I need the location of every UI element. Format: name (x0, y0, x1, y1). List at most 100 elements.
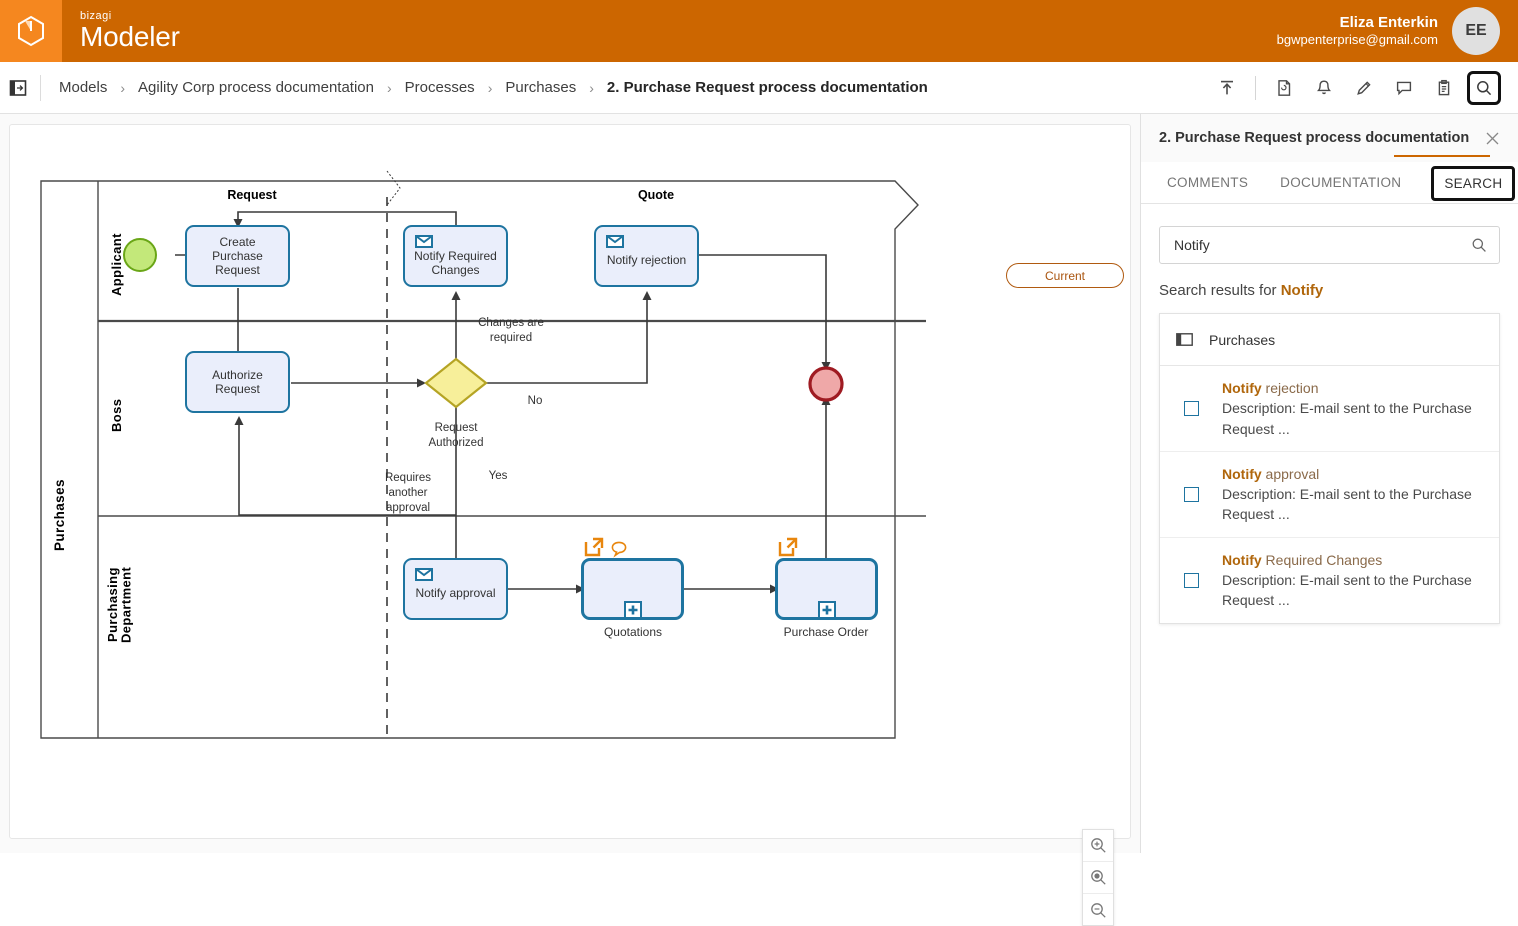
external-link-icon[interactable] (583, 536, 605, 558)
pool-label-purchases: Purchases (52, 479, 67, 551)
search-result-title: Notify approval (1222, 464, 1485, 484)
task-create-purchase-request[interactable]: Create Purchase Request (185, 225, 290, 287)
search-result-title: Notify rejection (1222, 378, 1485, 398)
subprocess-label-quotations: Quotations (603, 625, 663, 639)
bpmn-diagram[interactable] (10, 125, 1131, 839)
breadcrumb-item-agility-corp[interactable]: Agility Corp process documentation (138, 79, 374, 96)
phase-label-request: Request (227, 188, 277, 202)
close-icon[interactable] (1480, 126, 1504, 150)
user-email: bgwpenterprise@gmail.com (1276, 32, 1438, 48)
tab-comments[interactable]: COMMENTS (1157, 162, 1258, 203)
comment-bubble-icon[interactable] (610, 540, 628, 558)
end-event[interactable] (808, 366, 844, 402)
tab-documentation[interactable]: DOCUMENTATION (1270, 162, 1411, 203)
side-panel-tabs: COMMENTS DOCUMENTATION SEARCH (1141, 162, 1518, 204)
subprocess-label-purchase-order: Purchase Order (783, 625, 869, 639)
edge-label-line3: approval (385, 501, 431, 514)
result-title-highlight: Notify (1222, 380, 1262, 396)
edge-label-changes-required: Changes are required (456, 316, 566, 346)
diagram-canvas-area[interactable]: Purchases Applicant Boss Purchasing Depa… (0, 114, 1140, 926)
search-result-item[interactable]: Notify Required Changes Description: E-m… (1160, 538, 1499, 623)
result-checkbox[interactable] (1183, 486, 1199, 502)
gateway-label-line2: Authorized (428, 436, 484, 449)
app-logo[interactable] (0, 0, 62, 62)
send-task-icon (606, 235, 624, 248)
gateway-label-line1: Request (434, 422, 478, 434)
clipboard-icon[interactable] (1427, 71, 1461, 105)
search-icon[interactable] (1467, 70, 1501, 105)
task-label: Authorize (212, 367, 263, 382)
result-checkbox[interactable] (1183, 572, 1199, 588)
send-task-icon (415, 235, 433, 248)
collapsed-marker-icon (817, 601, 836, 619)
subprocess-quotations[interactable] (581, 558, 684, 620)
result-checkbox[interactable] (1183, 400, 1199, 416)
task-label: Request (215, 263, 260, 278)
task-label: Purchase (212, 248, 263, 263)
zoom-in-button[interactable] (1083, 830, 1113, 862)
task-label: Request (215, 382, 260, 396)
current-version-badge[interactable]: Current (1006, 263, 1124, 288)
publish-icon[interactable] (1210, 71, 1244, 105)
search-result-title: Notify Required Changes (1222, 550, 1485, 570)
avatar[interactable]: EE (1452, 7, 1500, 55)
task-notify-approval[interactable]: Notify approval (403, 558, 508, 620)
search-results-term: Notify (1280, 282, 1324, 299)
edge-label-no: No (527, 395, 543, 407)
external-link-icon[interactable] (777, 536, 799, 558)
result-title-rest: approval (1261, 465, 1320, 482)
toolbar-divider (1255, 75, 1256, 100)
gateway-label: Request Authorized (406, 421, 506, 451)
bell-icon[interactable] (1307, 71, 1341, 105)
edge-label-line2: required (489, 331, 533, 344)
result-title-rest: Required Changes (1261, 551, 1383, 568)
breadcrumb-separator: › (386, 79, 392, 96)
zoom-fit-button[interactable] (1083, 862, 1113, 894)
search-result-description: Description: E-mail sent to the Purchase… (1222, 572, 1472, 609)
breadcrumb-item-models[interactable]: Models (59, 79, 107, 96)
lane-label-applicant: Applicant (109, 233, 124, 297)
document-icon[interactable] (1267, 71, 1301, 105)
breadcrumb-item-processes[interactable]: Processes (405, 79, 475, 96)
zoom-out-button[interactable] (1083, 894, 1113, 926)
subprocess-purchase-order[interactable] (775, 558, 878, 620)
task-notify-rejection[interactable]: Notify rejection (594, 225, 699, 287)
toolbar (1207, 70, 1518, 105)
edge-label-line1: Requires (384, 472, 432, 484)
result-title-highlight: Notify (1222, 465, 1262, 482)
breadcrumb-separator: › (487, 79, 493, 96)
search-input-wrapper[interactable] (1159, 226, 1500, 264)
result-title-rest: rejection (1261, 380, 1319, 396)
task-label: Notify Required (414, 249, 497, 263)
search-result-description: Description: E-mail sent to the Purchase… (1222, 400, 1472, 437)
search-section: Search results for Notify Purchases (1141, 204, 1518, 624)
exclusive-gateway[interactable] (424, 357, 488, 409)
breadcrumb-separator: › (120, 79, 126, 96)
brand-name: Modeler (80, 21, 180, 52)
comment-icon[interactable] (1387, 71, 1421, 105)
edge-label-line2: another (388, 486, 428, 499)
search-results-heading: Search results for Notify (1159, 282, 1500, 299)
side-panel-title: 2. Purchase Request process documentatio… (1159, 130, 1470, 146)
search-input[interactable] (1172, 236, 1471, 254)
search-icon[interactable] (1471, 237, 1487, 253)
pencil-icon[interactable] (1347, 71, 1381, 105)
diagram-canvas[interactable]: Purchases Applicant Boss Purchasing Depa… (9, 124, 1131, 839)
search-result-item[interactable]: Notify rejection Description: E-mail sen… (1160, 366, 1499, 452)
results-group-label: Purchases (1209, 331, 1276, 348)
results-group-header[interactable]: Purchases (1160, 314, 1499, 366)
user-info: Eliza Enterkin bgwpenterprise@gmail.com (1277, 14, 1438, 49)
collapsed-marker-icon (623, 601, 642, 619)
task-notify-required-changes[interactable]: Notify Required Changes (403, 225, 508, 287)
command-bar: Models › Agility Corp process documentat… (0, 62, 1518, 114)
breadcrumb-item-purchases[interactable]: Purchases (505, 79, 576, 96)
tab-search[interactable]: SEARCH (1431, 166, 1516, 201)
pool-icon (1176, 333, 1193, 346)
user-name: Eliza Enterkin (1339, 13, 1438, 31)
search-result-item[interactable]: Notify approval Description: E-mail sent… (1160, 452, 1499, 538)
task-label: Notify approval (415, 586, 496, 600)
start-event[interactable] (123, 238, 157, 272)
task-authorize-request[interactable]: Authorize Request (185, 351, 290, 413)
panel-toggle-icon[interactable] (8, 78, 28, 98)
side-panel: 2. Purchase Request process documentatio… (1140, 114, 1518, 853)
